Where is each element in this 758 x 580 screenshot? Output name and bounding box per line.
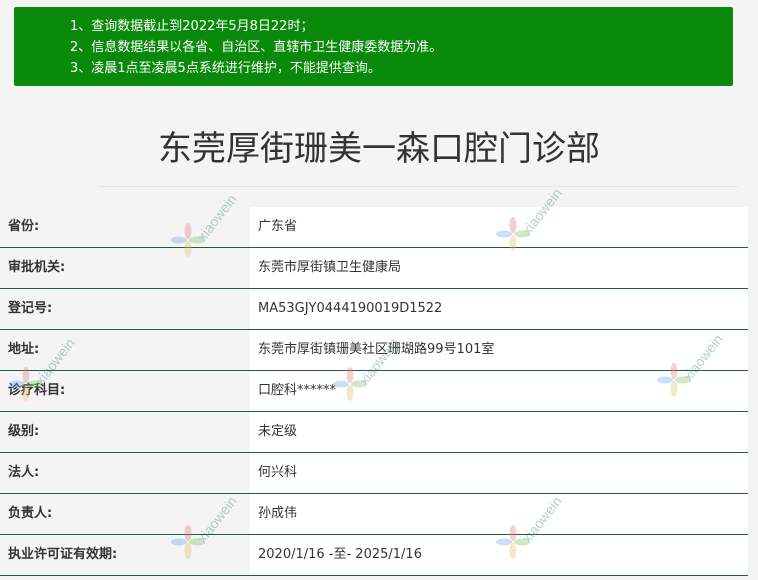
row-label: 执业许可证有效期: xyxy=(8,547,118,562)
row-value: 2020/1/16 -至- 2025/1/16 xyxy=(250,535,748,575)
table-row-license-validity: 执业许可证有效期: 2020/1/16 -至- 2025/1/16 xyxy=(0,535,748,576)
row-label: 地址: xyxy=(8,342,40,357)
notice-line-2: 2、信息数据结果以各省、自治区、直辖市卫生健康委数据为准。 xyxy=(70,40,443,55)
row-value: 口腔科****** xyxy=(250,371,748,411)
table-row-approval-authority: 审批机关: 东莞市厚街镇卫生健康局 xyxy=(0,248,748,289)
row-label: 登记号: xyxy=(8,301,53,316)
row-value: 东莞市厚街镇珊美社区珊瑚路99号101室 xyxy=(250,330,748,370)
notice-line-3: 3、凌晨1点至凌晨5点系统进行维护，不能提供查询。 xyxy=(70,61,381,76)
table-row-address: 地址: 东莞市厚街镇珊美社区珊瑚路99号101室 xyxy=(0,330,748,371)
notice-line-1: 1、查询数据截止到2022年5月8日22时； xyxy=(70,19,314,34)
table-row-legal-representative: 法人: 何兴科 xyxy=(0,453,748,494)
title-divider xyxy=(98,186,738,187)
row-value: 何兴科 xyxy=(250,453,748,493)
row-value: 未定级 xyxy=(250,412,748,452)
clinic-info-table: 省份: 广东省 审批机关: 东莞市厚街镇卫生健康局 登记号: MA53GJY04… xyxy=(0,207,748,576)
row-label: 省份: xyxy=(8,219,40,234)
row-label: 法人: xyxy=(8,465,40,480)
table-row-departments: 诊疗科目: 口腔科****** xyxy=(0,371,748,412)
table-row-province: 省份: 广东省 xyxy=(0,207,748,248)
row-value: 东莞市厚街镇卫生健康局 xyxy=(250,248,748,288)
row-label: 诊疗科目: xyxy=(8,383,66,398)
table-row-level: 级别: 未定级 xyxy=(0,412,748,453)
row-label: 负责人: xyxy=(8,506,53,521)
row-label: 审批机关: xyxy=(8,260,66,275)
row-value: 孙成伟 xyxy=(250,494,748,534)
row-label: 级别: xyxy=(8,424,40,439)
notice-banner: 1、查询数据截止到2022年5月8日22时； 2、信息数据结果以各省、自治区、直… xyxy=(14,7,733,86)
row-value: 广东省 xyxy=(250,207,748,247)
page-title: 东莞厚街珊美一森口腔门诊部 xyxy=(158,129,600,169)
row-value: MA53GJY0444190019D1522 xyxy=(250,289,748,329)
table-row-person-in-charge: 负责人: 孙成伟 xyxy=(0,494,748,535)
table-row-registration-number: 登记号: MA53GJY0444190019D1522 xyxy=(0,289,748,330)
